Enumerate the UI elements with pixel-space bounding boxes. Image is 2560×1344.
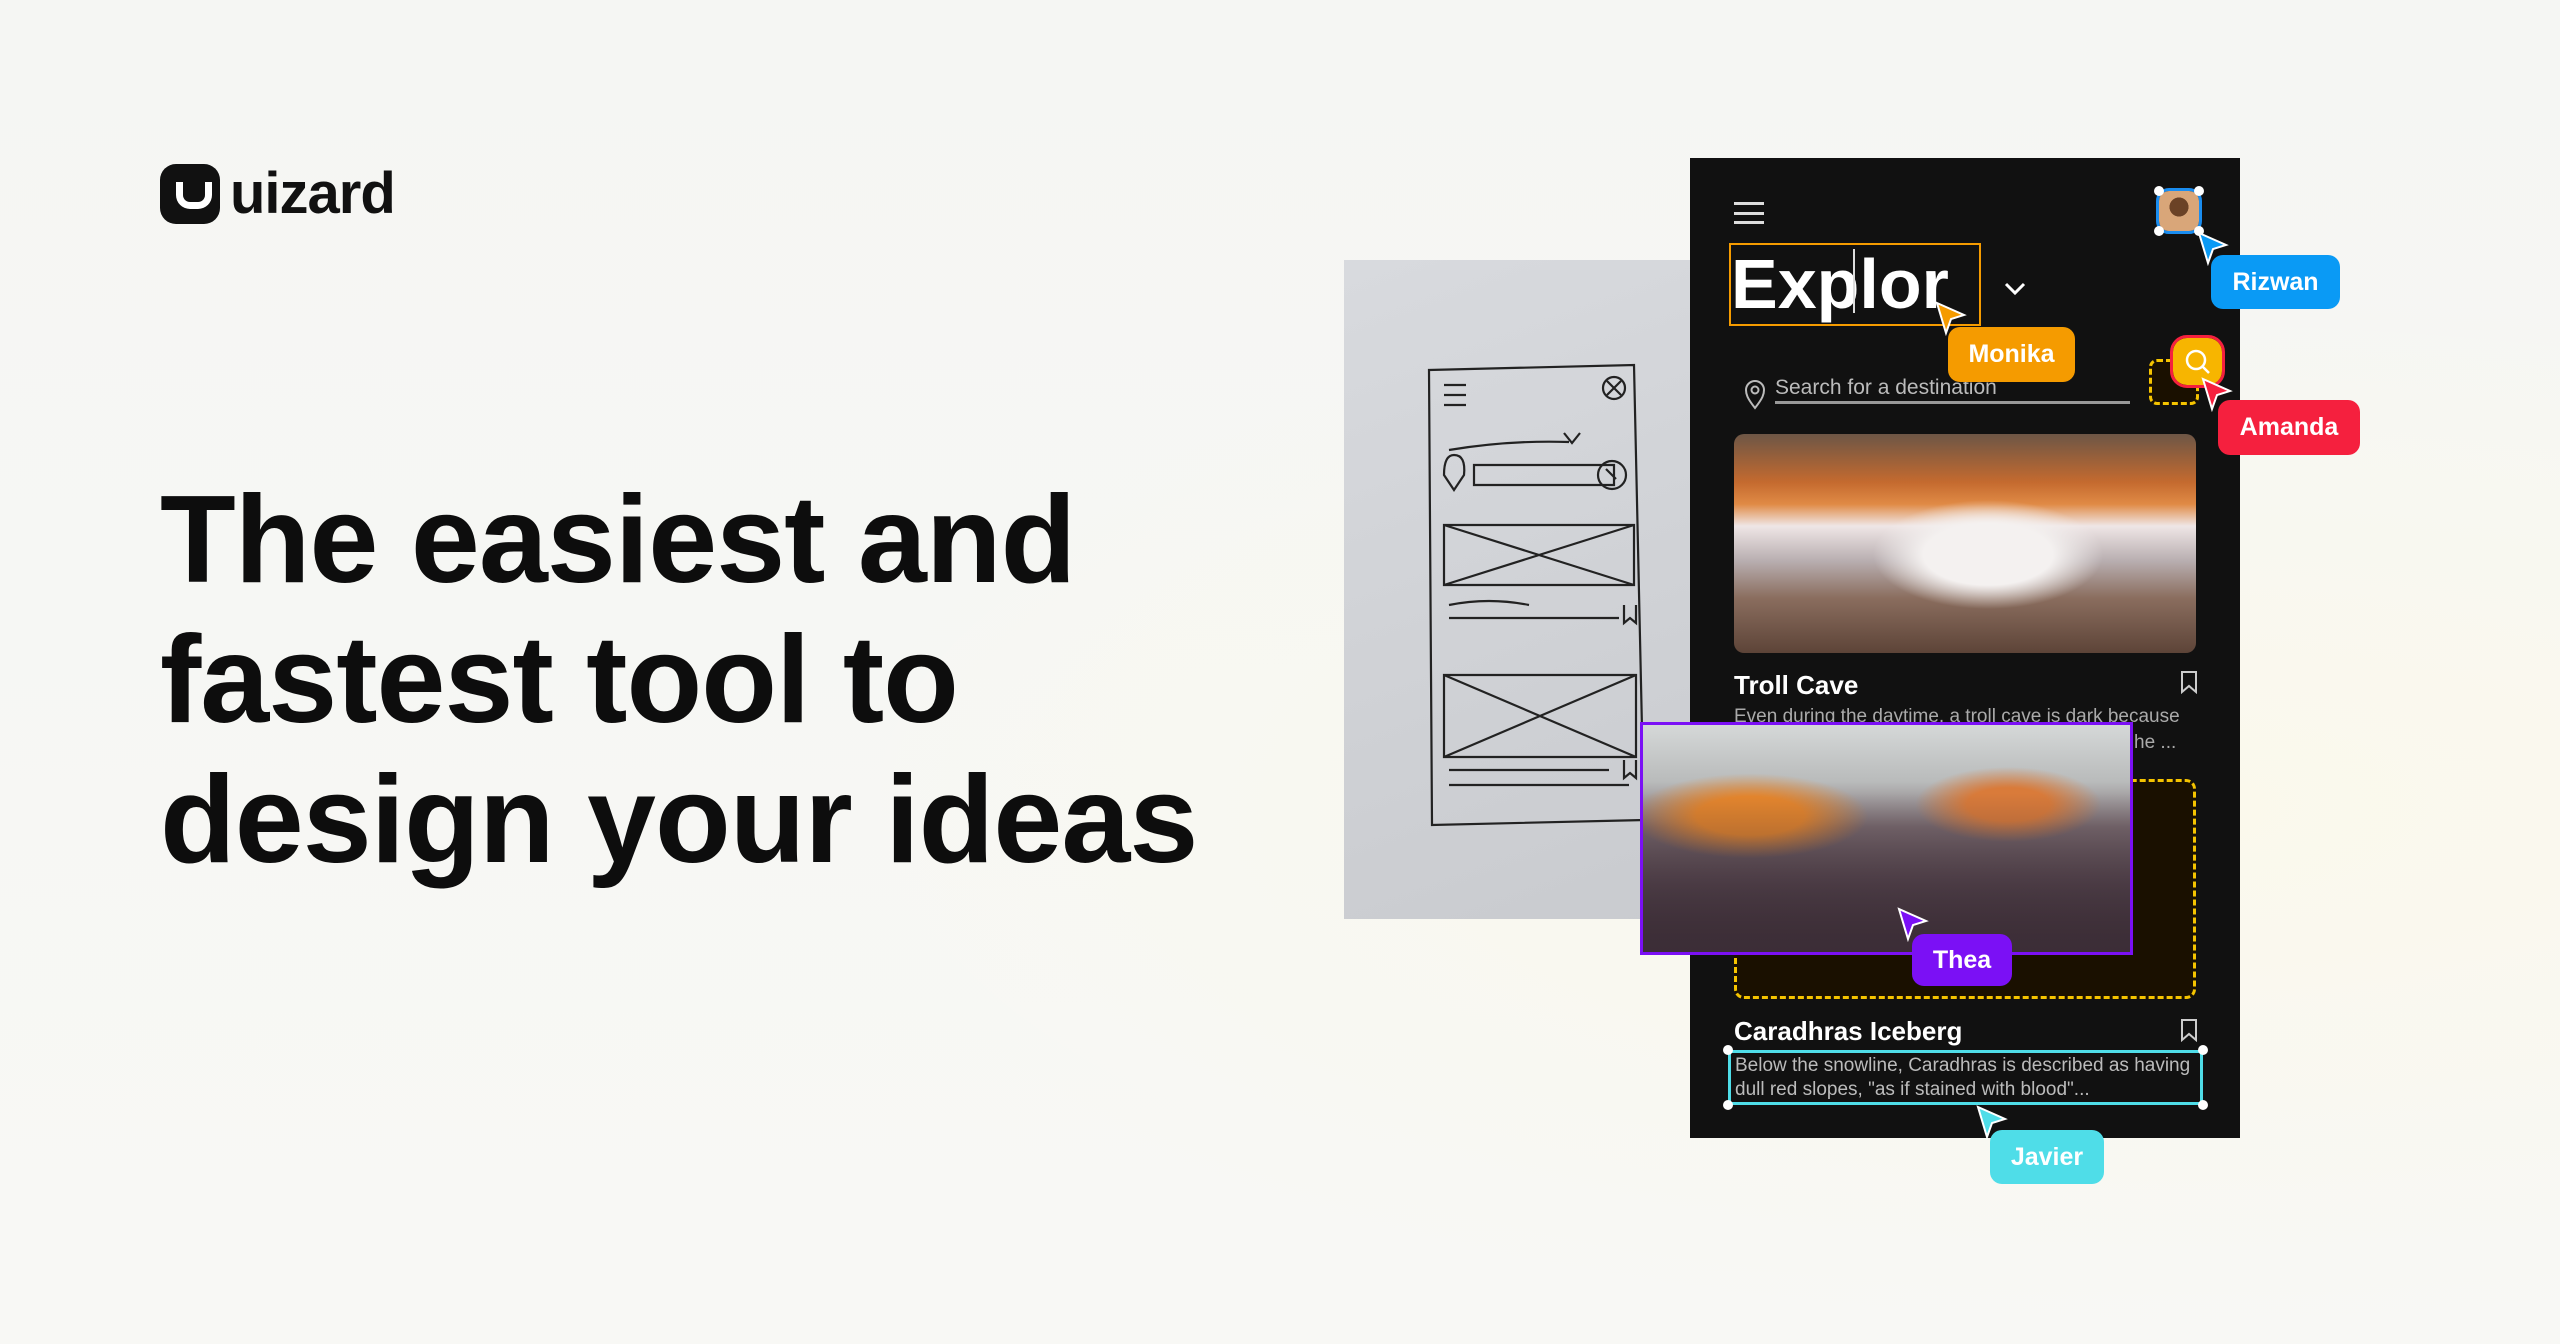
headline: The easiest and fastest tool to design y… [160, 470, 1198, 890]
bookmark-icon[interactable] [2180, 1018, 2198, 1042]
brand-logo: uizard [160, 160, 396, 227]
headline-line: fastest tool to [160, 611, 959, 749]
location-pin-icon [1744, 380, 1766, 410]
text-caret [1853, 249, 1855, 313]
collaborator-label-monika: Monika [1948, 327, 2075, 382]
menu-icon[interactable] [1734, 202, 1764, 224]
wireframe-sketch-paper [1344, 260, 1690, 919]
collaborator-label-rizwan: Rizwan [2211, 255, 2340, 309]
page-title: Explor [1731, 245, 1949, 323]
headline-line: The easiest and [160, 471, 1076, 609]
dragged-image-mountains[interactable] [1640, 722, 2133, 955]
card-title: Troll Cave [1734, 670, 1859, 700]
card-image-troll-cave[interactable] [1734, 434, 2196, 653]
card-title: Caradhras Iceberg [1734, 1016, 1963, 1046]
card-description: he ... [2134, 732, 2177, 753]
uizard-logo-icon [160, 163, 220, 224]
bookmark-icon[interactable] [2180, 670, 2198, 694]
chevron-down-icon[interactable] [2004, 282, 2026, 296]
user-avatar[interactable] [2156, 188, 2202, 234]
description-text-selection[interactable]: Below the snowline, Caradhras is describ… [1728, 1050, 2203, 1105]
wireframe-sketch-drawing [1427, 363, 1646, 827]
card-description: dull red slopes, "as if stained with blo… [1735, 1079, 2090, 1100]
headline-line: design your ideas [160, 751, 1198, 889]
collaborator-label-thea: Thea [1912, 934, 2012, 986]
brand-name: uizard [230, 161, 396, 226]
card-description: Below the snowline, Caradhras is describ… [1735, 1055, 2191, 1076]
collaborator-label-amanda: Amanda [2218, 400, 2360, 455]
collaborator-label-javier: Javier [1990, 1130, 2104, 1184]
